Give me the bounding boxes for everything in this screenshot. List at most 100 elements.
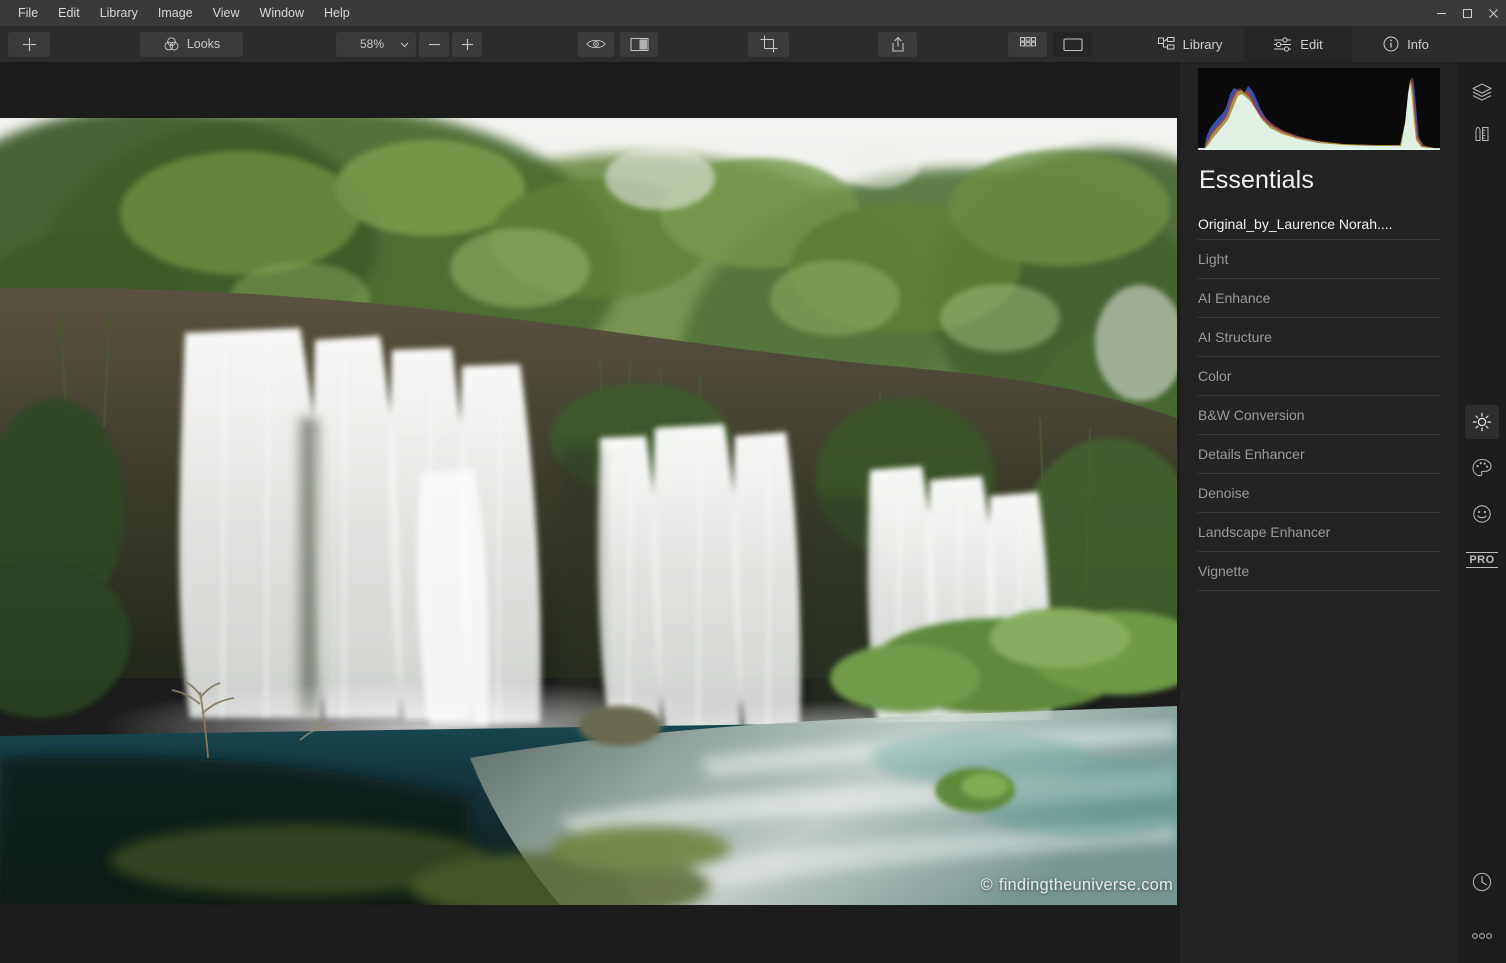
minus-icon	[428, 43, 440, 45]
compare-split-button[interactable]	[620, 31, 658, 57]
waterfall-photograph	[0, 118, 1177, 905]
plus-icon	[461, 38, 473, 50]
filter-row-vignette[interactable]: Vignette	[1198, 552, 1440, 591]
tool-rail: PRO	[1458, 62, 1506, 963]
filter-row-ai-structure[interactable]: AI Structure	[1198, 318, 1440, 357]
filter-label: AI Enhance	[1198, 290, 1271, 306]
share-export-icon	[891, 36, 904, 52]
more-options-button[interactable]	[1465, 919, 1499, 953]
zoom-level-select[interactable]: 58%	[336, 31, 416, 57]
zoom-controls: 58%	[336, 31, 482, 57]
portrait-adjust-button[interactable]	[1465, 497, 1499, 531]
looks-label: Looks	[186, 37, 221, 51]
pro-badge-label: PRO	[1466, 552, 1498, 568]
menu-item-help[interactable]: Help	[314, 0, 360, 26]
portrait-face-icon	[1473, 505, 1491, 523]
layers-icon	[1472, 83, 1492, 101]
crop-button[interactable]	[748, 31, 789, 57]
photo-viewport[interactable]: © findingtheuniverse.com	[0, 118, 1177, 905]
filter-row-ai-enhance[interactable]: AI Enhance	[1198, 279, 1440, 318]
image-canvas[interactable]: © findingtheuniverse.com	[0, 62, 1180, 963]
preset-name-label: Original_by_Laurence Norah....	[1198, 215, 1393, 232]
tab-info-label: Info	[1407, 36, 1429, 52]
photo-editor-window: File Edit Library Image View Window Help	[0, 0, 1506, 963]
tab-library-label: Library	[1182, 36, 1223, 52]
more-options-icon	[1472, 933, 1492, 939]
preview-toggle-button[interactable]	[578, 31, 614, 57]
add-photo-button[interactable]	[8, 31, 50, 57]
filter-label: B&W Conversion	[1198, 407, 1305, 423]
minimize-button[interactable]	[1428, 0, 1454, 26]
rail-bottom-group	[1465, 865, 1499, 953]
layers-button[interactable]	[1465, 75, 1499, 109]
tab-library[interactable]: Library	[1136, 26, 1244, 62]
page-title: Essentials	[1199, 166, 1314, 194]
sliders-icon	[1274, 36, 1292, 52]
watermark-text: findingtheuniverse.com	[998, 876, 1173, 894]
single-view-button[interactable]	[1053, 31, 1092, 57]
menu-item-library[interactable]: Library	[90, 0, 148, 26]
history-button[interactable]	[1465, 865, 1499, 899]
maximize-button[interactable]	[1454, 0, 1480, 26]
share-export-button[interactable]	[878, 31, 917, 57]
tools-button[interactable]	[1465, 117, 1499, 151]
info-icon	[1383, 36, 1399, 52]
menu-item-window[interactable]: Window	[250, 0, 314, 26]
filter-label: Color	[1198, 368, 1232, 384]
copyright-symbol: ©	[980, 876, 993, 894]
plus-icon	[22, 37, 36, 51]
color-adjust-button[interactable]	[1465, 451, 1499, 485]
history-clock-icon	[1472, 872, 1492, 892]
window-controls	[1428, 0, 1506, 26]
looks-button[interactable]: Looks	[140, 31, 243, 57]
looks-venn-icon	[164, 36, 179, 50]
pro-button[interactable]: PRO	[1465, 543, 1499, 577]
grid-view-button[interactable]	[1008, 31, 1047, 57]
tab-edit[interactable]: Edit	[1244, 26, 1352, 62]
watermark: © findingtheuniverse.com	[981, 876, 1173, 895]
rail-middle-group: PRO	[1465, 405, 1499, 577]
app-body: © findingtheuniverse.com Essentials Orig…	[0, 62, 1506, 963]
single-view-icon	[1062, 37, 1083, 51]
filter-list: Original_by_Laurence Norah.... Light AI …	[1180, 208, 1458, 591]
filter-label: Denoise	[1198, 485, 1250, 501]
filter-row-denoise[interactable]: Denoise	[1198, 474, 1440, 513]
histogram-graph	[1198, 68, 1440, 150]
filter-label: Landscape Enhancer	[1198, 524, 1331, 540]
palette-color-icon	[1472, 458, 1492, 477]
filter-row-details-enhancer[interactable]: Details Enhancer	[1198, 435, 1440, 474]
edit-panel: Essentials Original_by_Laurence Norah...…	[1180, 62, 1458, 963]
library-icon	[1157, 36, 1175, 49]
crop-icon	[760, 35, 777, 53]
grid-view-icon	[1019, 37, 1036, 47]
menu-bar: File Edit Library Image View Window Help	[0, 0, 1506, 26]
light-adjust-button[interactable]	[1465, 405, 1499, 439]
preset-name-row[interactable]: Original_by_Laurence Norah....	[1198, 208, 1440, 240]
filter-row-color[interactable]: Color	[1198, 357, 1440, 396]
close-button[interactable]	[1480, 0, 1506, 26]
menu-item-file[interactable]: File	[8, 0, 48, 26]
sun-brightness-icon	[1472, 412, 1492, 432]
histogram[interactable]	[1198, 68, 1440, 150]
chevron-down-icon	[400, 42, 409, 47]
filter-row-light[interactable]: Light	[1198, 240, 1440, 279]
filter-label: Details Enhancer	[1198, 446, 1305, 462]
tab-edit-label: Edit	[1300, 36, 1323, 52]
tab-info[interactable]: Info	[1352, 26, 1460, 62]
eye-icon	[586, 39, 606, 49]
filter-label: AI Structure	[1198, 329, 1272, 345]
rail-top-group	[1465, 75, 1499, 151]
menu-item-edit[interactable]: Edit	[48, 0, 90, 26]
filter-row-bw-conversion[interactable]: B&W Conversion	[1198, 396, 1440, 435]
panel-tabs: Library Edit Info	[1136, 26, 1460, 62]
zoom-level-value: 58%	[359, 37, 385, 51]
filter-row-landscape-enhancer[interactable]: Landscape Enhancer	[1198, 513, 1440, 552]
zoom-in-button[interactable]	[452, 31, 482, 57]
filter-label: Vignette	[1198, 563, 1250, 579]
menu-item-view[interactable]: View	[203, 0, 250, 26]
zoom-out-button[interactable]	[419, 31, 449, 57]
before-after-icon	[630, 37, 648, 51]
main-toolbar: Looks 58% Library Edit Info	[0, 26, 1506, 62]
menu-item-image[interactable]: Image	[148, 0, 203, 26]
tools-ruler-icon	[1475, 126, 1489, 142]
